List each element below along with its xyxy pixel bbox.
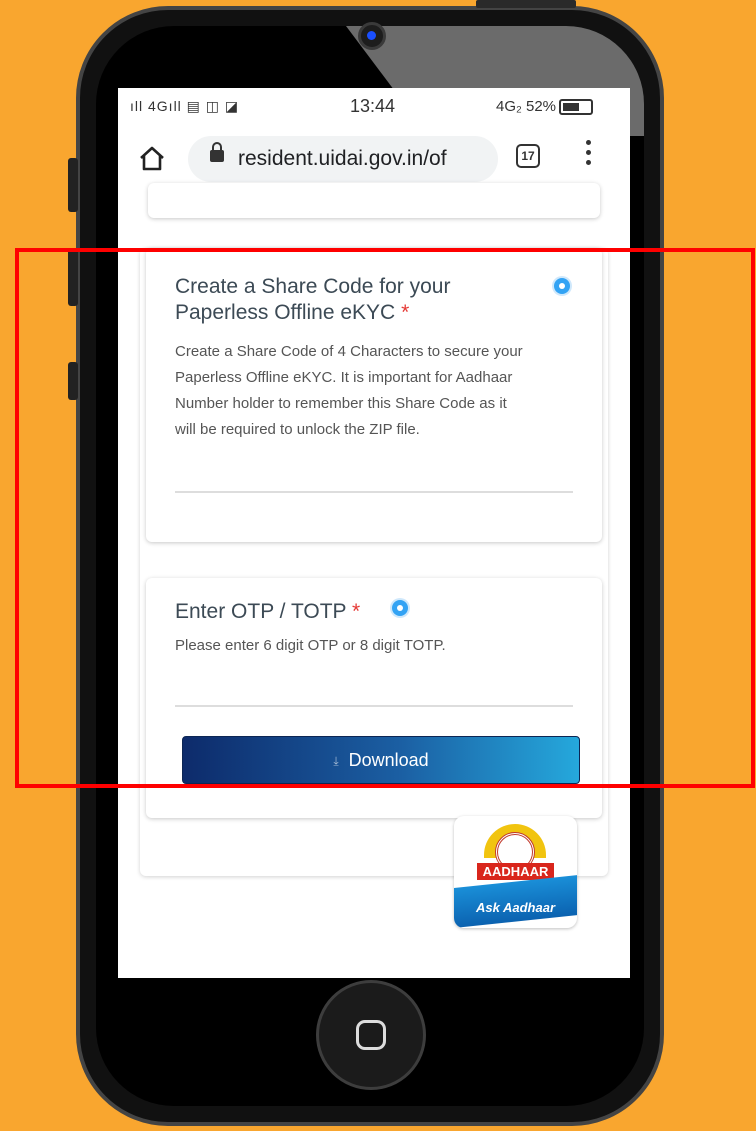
home-button-icon (356, 1020, 386, 1050)
previous-card (148, 183, 600, 218)
highlight-box (15, 248, 755, 788)
mute-switch (68, 158, 78, 212)
status-bar: ıll 4Gıll ▤ ◫ ◪ 13:44 4G₂ 52% (118, 88, 630, 128)
more-options-icon[interactable] (586, 140, 592, 170)
front-camera (358, 22, 386, 50)
battery-icon (559, 99, 594, 116)
ask-aadhaar-label: Ask Aadhaar (476, 900, 555, 915)
ask-aadhaar-widget[interactable]: AADHAAR Ask Aadhaar (454, 816, 577, 928)
home-icon[interactable] (138, 144, 166, 172)
home-hardware-button[interactable] (316, 980, 426, 1090)
lock-icon (210, 142, 224, 162)
status-time: 13:44 (350, 96, 396, 116)
power-button (476, 0, 576, 8)
url-text: resident.uidai.gov.in/of (238, 147, 447, 170)
network-battery-text: 4G₂ 52% (496, 98, 557, 115)
tab-switcher-icon[interactable]: 17 (516, 144, 540, 168)
status-right: 4G₂ 52% (496, 98, 594, 116)
address-bar[interactable]: resident.uidai.gov.in/of (188, 136, 498, 182)
signal-icons: ıll 4Gıll ▤ ◫ ◪ (130, 98, 240, 114)
